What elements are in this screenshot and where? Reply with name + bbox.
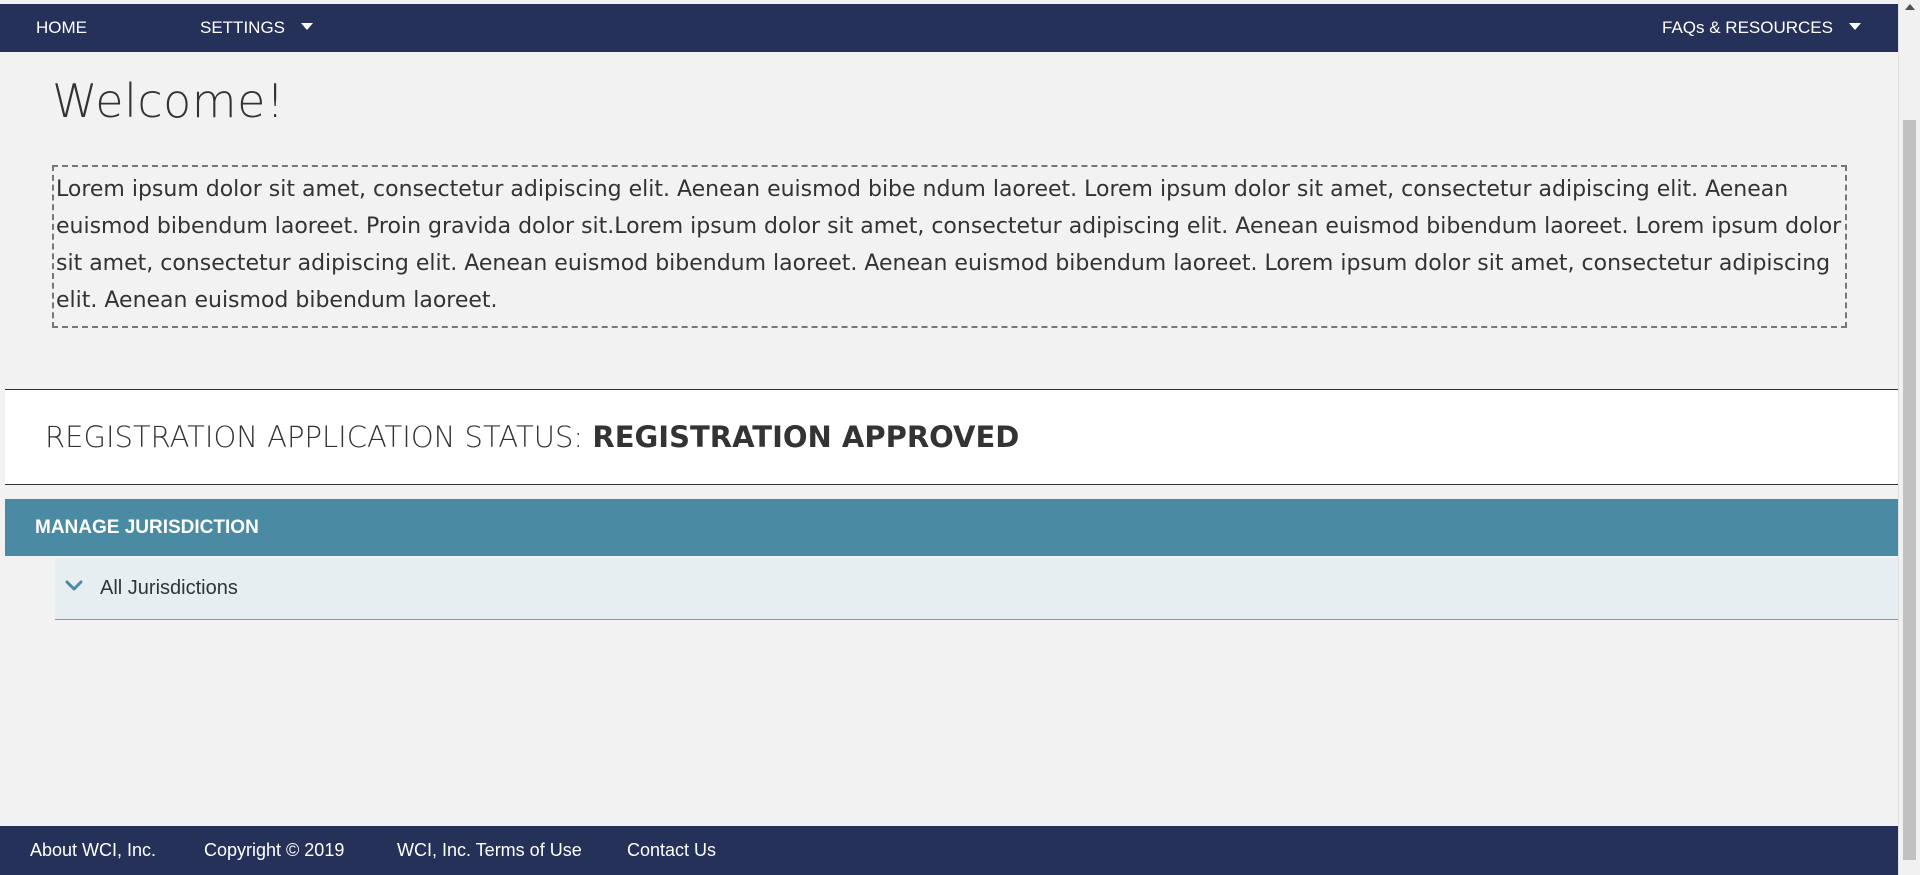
vertical-scrollbar[interactable] [1898,0,1920,875]
intro-text-box: Lorem ipsum dolor sit amet, consectetur … [52,165,1847,328]
chevron-down-icon [65,580,83,591]
footer-copyright: Copyright © 2019 [204,840,345,860]
scroll-up-arrow-icon[interactable] [1905,4,1915,10]
registration-status-panel: REGISTRATION APPLICATION STATUS: REGISTR… [5,389,1899,485]
all-jurisdictions-label: All Jurisdictions [100,577,238,599]
status-text: REGISTRATION APPLICATION STATUS: REGISTR… [45,420,1019,454]
nav-settings-dropdown[interactable]: SETTINGS [200,4,314,52]
scroll-thumb[interactable] [1903,120,1916,860]
footer-terms-link[interactable]: WCI, Inc. Terms of Use [397,826,582,875]
manage-jurisdiction-title: MANAGE JURISDICTION [35,517,259,538]
footer-contact-link[interactable]: Contact Us [627,826,716,875]
footer-about-link[interactable]: About WCI, Inc. [30,826,156,875]
nav-faqs-dropdown[interactable]: FAQs & RESOURCES [1662,4,1861,52]
footer: About WCI, Inc. Copyright © 2019 WCI, In… [0,826,1899,875]
status-value: REGISTRATION APPROVED [592,420,1020,454]
all-jurisdictions-accordion[interactable]: All Jurisdictions [55,558,1899,620]
caret-down-icon [301,23,314,31]
page: HOME SETTINGS FAQs & RESOURCES Welcome! … [0,0,1920,875]
nav-home-label: HOME [36,18,87,37]
manage-jurisdiction-header: MANAGE JURISDICTION [5,499,1899,556]
caret-down-icon [1848,23,1861,31]
nav-faqs-label: FAQs & RESOURCES [1662,18,1833,37]
nav-home[interactable]: HOME [36,4,87,52]
status-label: REGISTRATION APPLICATION STATUS: [45,420,584,454]
page-title: Welcome! [52,74,285,128]
top-navigation: HOME SETTINGS FAQs & RESOURCES [0,4,1899,52]
nav-settings-label: SETTINGS [200,18,286,37]
